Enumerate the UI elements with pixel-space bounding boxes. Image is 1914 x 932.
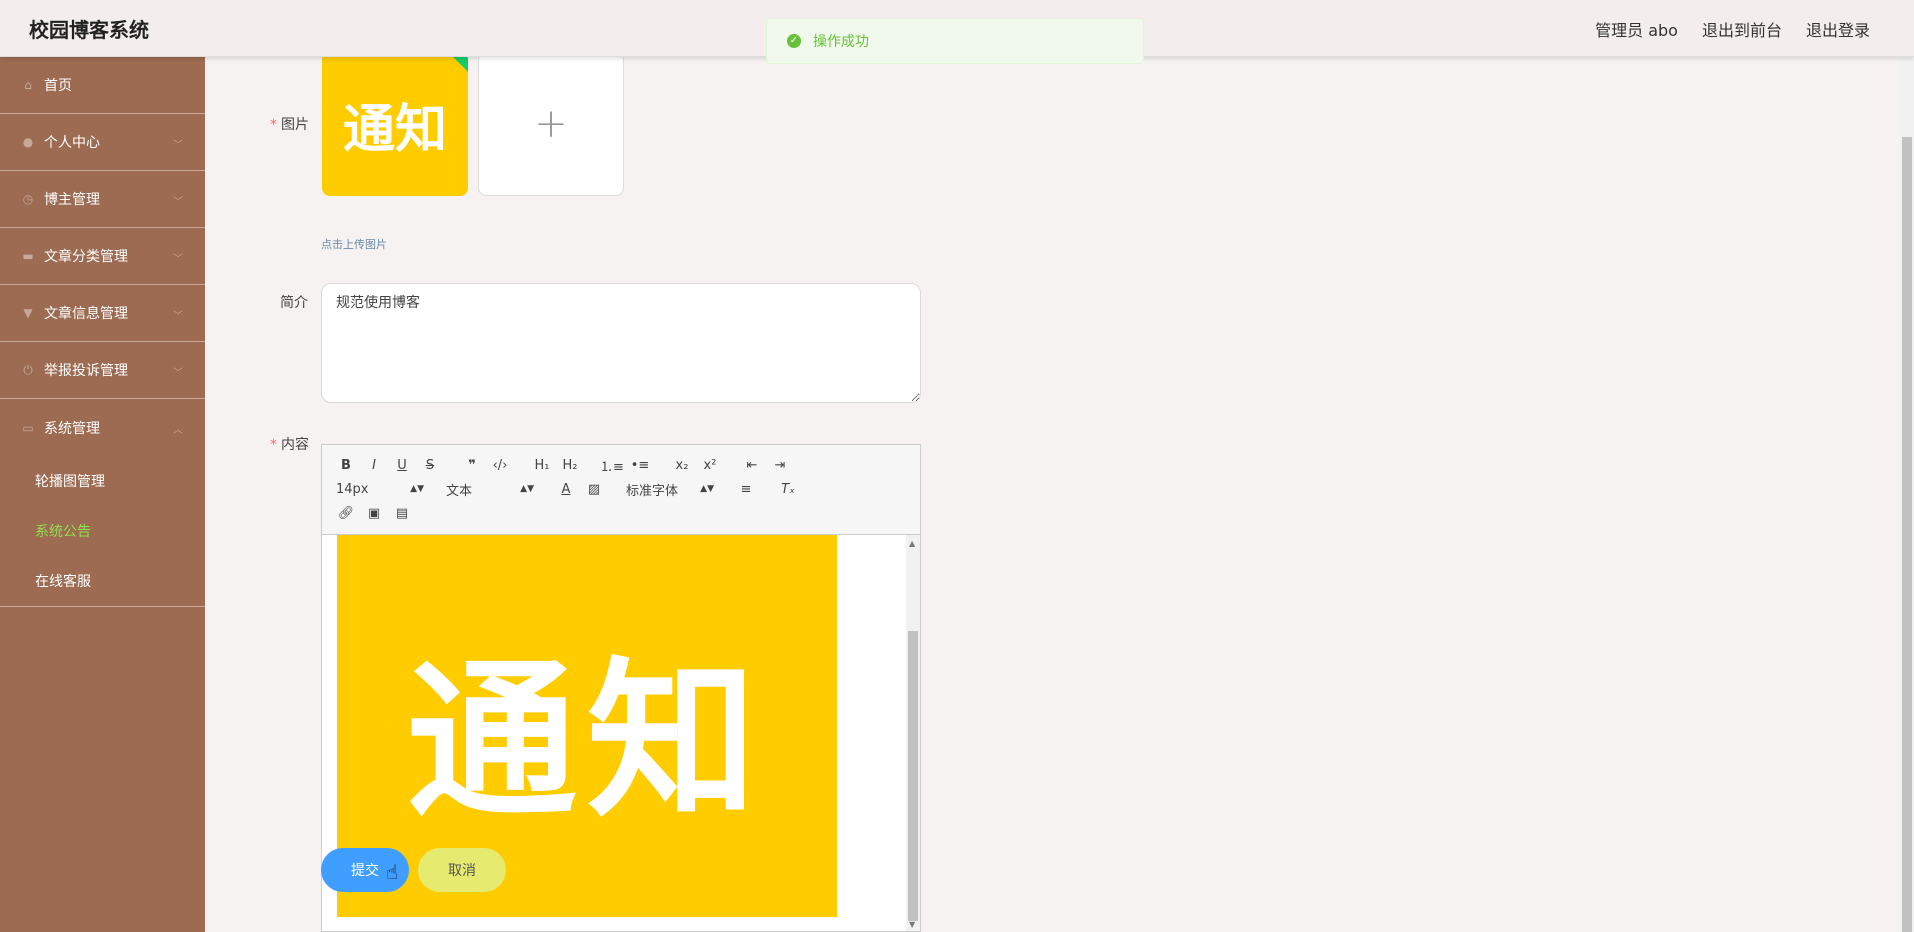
sidebar-item-report-complaint[interactable]: ⏻ 举报投诉管理 ﹀ (0, 342, 205, 399)
chevron-down-icon: ﹀ (173, 254, 183, 265)
content-field-label: * 内容 (270, 434, 309, 454)
hand-cursor-icon: ☝ (386, 860, 399, 884)
editor-scroll-thumb[interactable] (908, 631, 918, 921)
chevron-down-icon: ﹀ (173, 368, 183, 379)
font-color-icon[interactable]: A (552, 482, 580, 497)
font-size-select[interactable]: 14px ▲▼ (332, 482, 428, 497)
upload-tip: 点击上传图片 (321, 238, 387, 251)
select-arrows-icon: ▲▼ (520, 484, 534, 494)
sidebar-item-label: 举报投诉管理 (44, 363, 128, 379)
strike-icon[interactable]: S (416, 458, 444, 473)
scroll-up-icon[interactable]: ▲ (909, 539, 915, 548)
header-links: 管理员 abo 退出到前台 退出登录 (1595, 17, 1870, 41)
sidebar-item-label: 首页 (44, 78, 72, 94)
sidebar-item-label: 个人中心 (44, 135, 100, 151)
blockquote-icon[interactable]: ❞ (458, 458, 486, 473)
header-select-value: 文本 (446, 483, 473, 499)
scroll-down-icon[interactable]: ▼ (909, 920, 915, 929)
cancel-button[interactable]: 取消 (418, 848, 506, 892)
sidebar-item-label: 博主管理 (44, 192, 100, 208)
system-submenu: 轮播图管理 系统公告 在线客服 (0, 456, 205, 607)
ordered-list-icon[interactable]: ⒈≡ (598, 456, 626, 475)
sidebar-subitem-carousel[interactable]: 轮播图管理 (0, 456, 205, 506)
toolbar-row-2: 14px ▲▼ 文本 ▲▼ A ▨ 标准字体 ▲▼ ≡ Tₓ (332, 477, 910, 501)
italic-icon[interactable]: I (360, 458, 388, 473)
bullet-list-icon[interactable]: •≡ (626, 458, 654, 473)
sidebar: ⌂ 首页 ● 个人中心 ﹀ ◷ 博主管理 ﹀ ▬ 文章分类管理 ﹀ ▼ 文章信息… (0, 57, 205, 932)
admin-user-label: 管理员 abo (1595, 21, 1678, 40)
logout-link[interactable]: 退出登录 (1806, 17, 1870, 41)
indent-icon[interactable]: ⇥ (766, 458, 794, 473)
ticket-icon: ▬ (22, 249, 34, 263)
link-icon[interactable]: 🔗︎ (332, 506, 360, 521)
page-scroll-thumb[interactable] (1902, 137, 1912, 932)
sidebar-item-system-management[interactable]: ▭ 系统管理 ︿ (0, 399, 205, 456)
sidebar-item-blogger-management[interactable]: ◷ 博主管理 ﹀ (0, 171, 205, 228)
user-icon: ● (22, 135, 34, 149)
chat-icon: ▭ (22, 420, 34, 435)
image-icon[interactable]: ▣ (360, 506, 388, 521)
editor-toolbar: B I U S ❞ ‹/› H₁ H₂ ⒈≡ •≡ x₂ x² ⇤ ⇥ 14px… (322, 445, 920, 535)
intro-field-label: 简介 (280, 295, 308, 311)
align-icon[interactable]: ≡ (732, 482, 760, 497)
sidebar-item-home[interactable]: ⌂ 首页 (0, 57, 205, 114)
clear-format-icon[interactable]: Tₓ (774, 482, 802, 497)
pin-icon: ▼ (23, 306, 33, 320)
header-2-icon[interactable]: H₂ (556, 458, 584, 473)
home-icon: ⌂ (24, 78, 32, 92)
underline-icon[interactable]: U (388, 458, 416, 473)
chevron-down-icon: ﹀ (173, 311, 183, 322)
sidebar-item-label: 文章分类管理 (44, 249, 128, 265)
image-upload-button[interactable]: + (478, 52, 624, 196)
select-arrows-icon: ▲▼ (700, 484, 714, 494)
bold-icon[interactable]: B (332, 458, 360, 473)
content-label-text: 内容 (281, 437, 309, 453)
outdent-icon[interactable]: ⇤ (738, 458, 766, 473)
clock-icon: ◷ (22, 192, 34, 206)
font-size-value: 14px (336, 481, 369, 497)
header-1-icon[interactable]: H₁ (528, 458, 556, 473)
notice-image-text: 通知 (342, 98, 447, 160)
sidebar-subitem-online-service[interactable]: 在线客服 (0, 556, 205, 606)
font-family-value: 标准字体 (626, 483, 679, 499)
editor-content-area[interactable]: 通知 (322, 535, 907, 931)
select-arrows-icon: ▲▼ (410, 484, 424, 494)
sidebar-item-label: 文章信息管理 (44, 306, 128, 322)
intro-textarea[interactable]: 规范使用博客 (321, 283, 921, 403)
check-circle-icon: ✓ (787, 34, 801, 48)
chevron-up-icon: ︿ (173, 425, 183, 436)
exit-to-front-link[interactable]: 退出到前台 (1702, 17, 1782, 41)
header-select[interactable]: 文本 ▲▼ (442, 480, 538, 499)
uploaded-image-thumbnail[interactable]: 通知 (322, 52, 468, 196)
subscript-icon[interactable]: x₂ (668, 458, 696, 473)
sidebar-item-label: 系统管理 (44, 420, 100, 437)
sidebar-item-article-category[interactable]: ▬ 文章分类管理 ﹀ (0, 228, 205, 285)
required-mark: * (270, 437, 277, 453)
toast-message: 操作成功 (813, 34, 869, 50)
plus-icon: + (534, 101, 568, 147)
image-label-text: 图片 (281, 117, 309, 133)
page-scrollbar[interactable] (1900, 57, 1914, 932)
chevron-down-icon: ﹀ (173, 140, 183, 151)
rich-text-editor: B I U S ❞ ‹/› H₁ H₂ ⒈≡ •≡ x₂ x² ⇤ ⇥ 14px… (321, 444, 921, 932)
background-color-icon[interactable]: ▨ (580, 482, 608, 497)
success-toast: ✓ 操作成功 (766, 18, 1144, 64)
content-notice-image: 通知 (337, 535, 837, 917)
toolbar-row-3: 🔗︎ ▣ ▤ (332, 501, 910, 525)
chevron-down-icon: ﹀ (173, 197, 183, 208)
superscript-icon[interactable]: x² (696, 458, 724, 473)
power-icon: ⏻ (23, 362, 33, 377)
code-block-icon[interactable]: ‹/› (486, 458, 514, 473)
sidebar-item-article-info[interactable]: ▼ 文章信息管理 ﹀ (0, 285, 205, 342)
app-title: 校园博客系统 (29, 18, 149, 42)
toolbar-row-1: B I U S ❞ ‹/› H₁ H₂ ⒈≡ •≡ x₂ x² ⇤ ⇥ (332, 453, 910, 477)
sidebar-item-personal-center[interactable]: ● 个人中心 ﹀ (0, 114, 205, 171)
sidebar-subitem-announcement[interactable]: 系统公告 (0, 506, 205, 556)
required-mark: * (270, 117, 277, 133)
video-icon[interactable]: ▤ (388, 506, 416, 521)
editor-scrollbar[interactable]: ▲ ▼ (906, 535, 920, 931)
image-field-label: * 图片 (270, 114, 309, 134)
font-family-select[interactable]: 标准字体 ▲▼ (622, 480, 718, 499)
